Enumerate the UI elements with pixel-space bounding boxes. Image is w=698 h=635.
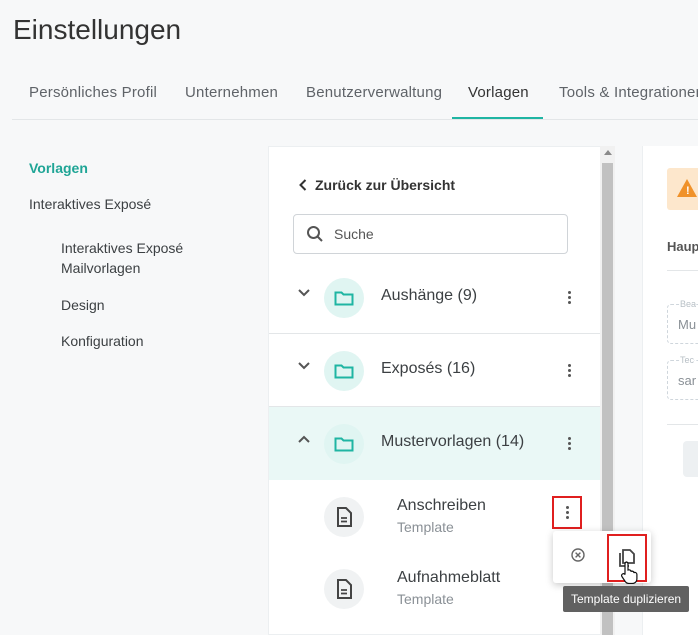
folder-icon	[324, 351, 364, 391]
tab-unternehmen[interactable]: Unternehmen	[185, 84, 278, 101]
settings-tabs: Persönliches Profil Unternehmen Benutzer…	[12, 84, 698, 120]
template-name: Anschreiben	[397, 497, 486, 514]
section-heading: Haup	[667, 239, 698, 254]
field-value: sar	[678, 373, 697, 388]
folder-menu-button[interactable]	[562, 433, 576, 453]
kebab-icon	[560, 503, 574, 523]
back-link-label: Zurück zur Übersicht	[315, 177, 456, 193]
duplicate-tooltip: Template duplizieren	[563, 586, 690, 612]
folder-label: Aushänge (9)	[381, 287, 478, 304]
tab-vorlagen[interactable]: Vorlagen	[468, 84, 529, 101]
divider	[667, 270, 698, 271]
folder-label: Mustervorlagen (14)	[381, 433, 525, 450]
sidebar-subitem-mailvorlagen[interactable]: Interaktives Exposé Mailvorlagen	[61, 238, 241, 278]
detail-field[interactable]: Bea Mu	[667, 299, 698, 344]
folder-row-mustervorlagen[interactable]: Mustervorlagen (14)	[269, 407, 601, 480]
field-label: Bea	[680, 299, 697, 309]
document-icon	[324, 569, 364, 609]
sidebar-item-interaktives-expose[interactable]: Interaktives Exposé	[29, 196, 151, 212]
tab-benutzerverwaltung[interactable]: Benutzerverwaltung	[306, 84, 442, 101]
hand-pointer-cursor-icon	[620, 561, 638, 584]
detail-field[interactable]: Tec sar	[667, 355, 698, 400]
tab-tools-integrationen[interactable]: Tools & Integrationen	[559, 84, 698, 101]
chevron-up-icon[interactable]	[298, 435, 310, 443]
sidebar-item-vorlagen[interactable]: Vorlagen	[29, 160, 88, 176]
template-row-anschreiben[interactable]: Anschreiben Template	[269, 480, 601, 552]
sidebar-subitem-konfiguration[interactable]: Konfiguration	[61, 331, 241, 351]
folder-row-exposes[interactable]: Exposés (16)	[269, 334, 601, 407]
template-type: Template	[397, 591, 454, 607]
search-icon	[307, 226, 323, 242]
back-to-overview-link[interactable]: Zurück zur Übersicht	[299, 177, 455, 193]
document-icon	[324, 497, 364, 537]
folder-icon	[324, 424, 364, 464]
folder-row-aushaenge[interactable]: Aushänge (9)	[269, 261, 601, 334]
templates-panel: Zurück zur Übersicht Aushänge (9) Exposé…	[268, 146, 601, 635]
search-input[interactable]	[334, 226, 554, 242]
action-button[interactable]	[683, 441, 698, 477]
template-type: Template	[397, 519, 454, 535]
folder-label: Exposés (16)	[381, 360, 476, 377]
divider	[667, 424, 698, 425]
warning-banner: !	[667, 168, 698, 210]
chevron-left-icon	[299, 179, 307, 191]
template-row-aufnahmeblatt[interactable]: Aufnahmeblatt Template	[269, 552, 601, 624]
folder-icon	[324, 278, 364, 318]
sidebar-subitem-design[interactable]: Design	[61, 295, 241, 315]
cancel-circle-icon[interactable]	[571, 548, 585, 562]
chevron-down-icon[interactable]	[298, 362, 310, 370]
folder-menu-button[interactable]	[562, 360, 576, 380]
scroll-up-arrow[interactable]	[604, 150, 612, 155]
folder-menu-button[interactable]	[562, 287, 576, 307]
page-title: Einstellungen	[13, 14, 182, 45]
active-tab-indicator	[452, 117, 543, 119]
field-value: Mu	[678, 317, 697, 332]
tab-persoenliches-profil[interactable]: Persönliches Profil	[29, 84, 157, 101]
template-name: Aufnahmeblatt	[397, 569, 501, 586]
field-label: Tec	[680, 355, 695, 365]
chevron-down-icon[interactable]	[298, 289, 310, 297]
template-search[interactable]	[293, 214, 568, 254]
template-menu-button[interactable]	[552, 496, 582, 529]
